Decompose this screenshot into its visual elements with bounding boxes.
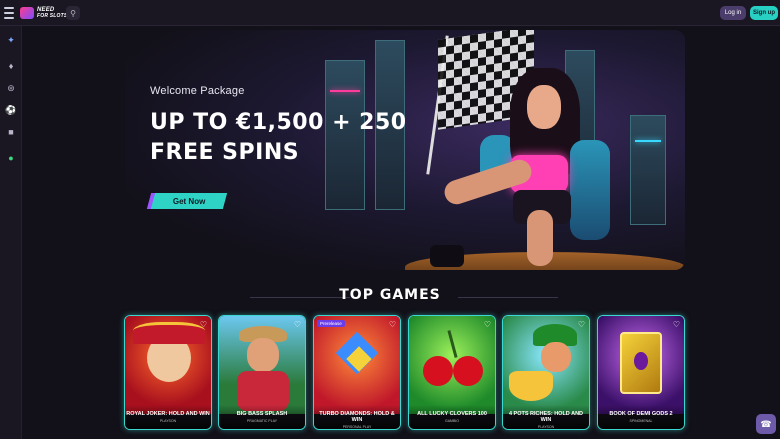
game-card-big-bass[interactable]: ♡ BIG BASS SPLASH PRAGMATIC PLAY — [218, 315, 306, 430]
game-provider: PLAYSON — [159, 419, 177, 423]
game-thumbnail — [503, 316, 589, 414]
game-title: ROYAL JOKER: HOLD AND WIN — [126, 411, 210, 417]
game-title: 4 POTS RICHES: HOLD AND WIN — [508, 411, 584, 423]
game-title: BOOK OF DEMI GODS 2 — [609, 411, 673, 417]
model-image — [527, 210, 553, 266]
neon-strip — [330, 90, 360, 92]
get-now-button[interactable]: Get Now — [150, 193, 228, 209]
logo-line2: FOR SLOTS — [37, 13, 68, 19]
hero-subtitle: Welcome Package — [150, 85, 245, 97]
game-thumbnail — [125, 316, 211, 414]
headset-icon[interactable]: ☎ — [756, 414, 776, 434]
hero-title: UP TO €1,500 + 250 FREE SPINS — [150, 110, 407, 165]
neon-strip — [635, 140, 661, 142]
prerelease-badge: Prerelease — [317, 320, 345, 327]
game-provider: GAMBIO — [444, 419, 459, 423]
game-thumbnail — [409, 316, 495, 414]
game-thumbnail — [314, 316, 400, 414]
game-title: BIG BASS SPLASH — [236, 411, 288, 417]
model-image — [527, 85, 561, 129]
casino-icon[interactable]: ✦ — [5, 34, 17, 46]
slots-icon[interactable]: ♦ — [5, 60, 17, 72]
heart-icon[interactable]: ♡ — [200, 320, 207, 329]
gamepad-icon[interactable]: ■ — [5, 126, 17, 138]
model-image — [570, 140, 610, 240]
game-card-royal-joker[interactable]: ♡ ROYAL JOKER: HOLD AND WIN PLAYSON — [124, 315, 212, 430]
heart-icon[interactable]: ♡ — [578, 320, 585, 329]
heart-icon[interactable]: ♡ — [673, 320, 680, 329]
game-provider: SPINOMENAL — [629, 419, 653, 423]
building-shape — [630, 115, 666, 225]
game-title: TURBO DIAMONDS: HOLD & WIN — [319, 411, 395, 423]
sports-icon[interactable]: ⚽ — [5, 104, 17, 116]
section-title: TOP GAMES — [339, 287, 441, 303]
heart-icon[interactable]: ♡ — [294, 320, 301, 329]
hamburger-icon[interactable] — [4, 7, 14, 19]
game-provider: PRAGMATIC PLAY — [246, 419, 278, 423]
signup-button[interactable]: Sign up — [750, 6, 778, 20]
game-thumbnail — [598, 316, 684, 414]
game-provider: PLAYSON — [537, 425, 555, 429]
game-card-book-of-demi-gods[interactable]: ♡ BOOK OF DEMI GODS 2 SPINOMENAL — [597, 315, 685, 430]
get-now-label: Get Now — [172, 196, 206, 206]
top-navbar: NEED FOR SLOTS ⚲ Log in Sign up — [0, 0, 780, 26]
model-image — [430, 245, 464, 267]
logo-mark-icon — [20, 7, 34, 19]
game-card-4-pots-riches[interactable]: ♡ 4 POTS RICHES: HOLD AND WIN PLAYSON — [502, 315, 590, 430]
game-title: ALL LUCKY CLOVERS 100 — [417, 411, 487, 417]
game-card-turbo-diamonds[interactable]: Prerelease ♡ TURBO DIAMONDS: HOLD & WIN … — [313, 315, 401, 430]
login-button[interactable]: Log in — [720, 6, 746, 20]
game-provider: PERSONAL PLAY — [342, 425, 372, 429]
live-icon[interactable]: ⊛ — [5, 82, 17, 94]
search-icon[interactable]: ⚲ — [66, 6, 80, 20]
sidebar: ✦ ♦ ⊛ ⚽ ■ ● — [0, 26, 22, 439]
game-thumbnail — [219, 316, 305, 414]
site-logo[interactable]: NEED FOR SLOTS — [20, 5, 67, 21]
game-card-all-lucky-clovers[interactable]: ♡ ALL LUCKY CLOVERS 100 GAMBIO — [408, 315, 496, 430]
heart-icon[interactable]: ♡ — [389, 320, 396, 329]
hero-banner: Welcome Package UP TO €1,500 + 250 FREE … — [125, 30, 685, 270]
promo-icon[interactable]: ● — [5, 152, 17, 164]
heart-icon[interactable]: ♡ — [484, 320, 491, 329]
